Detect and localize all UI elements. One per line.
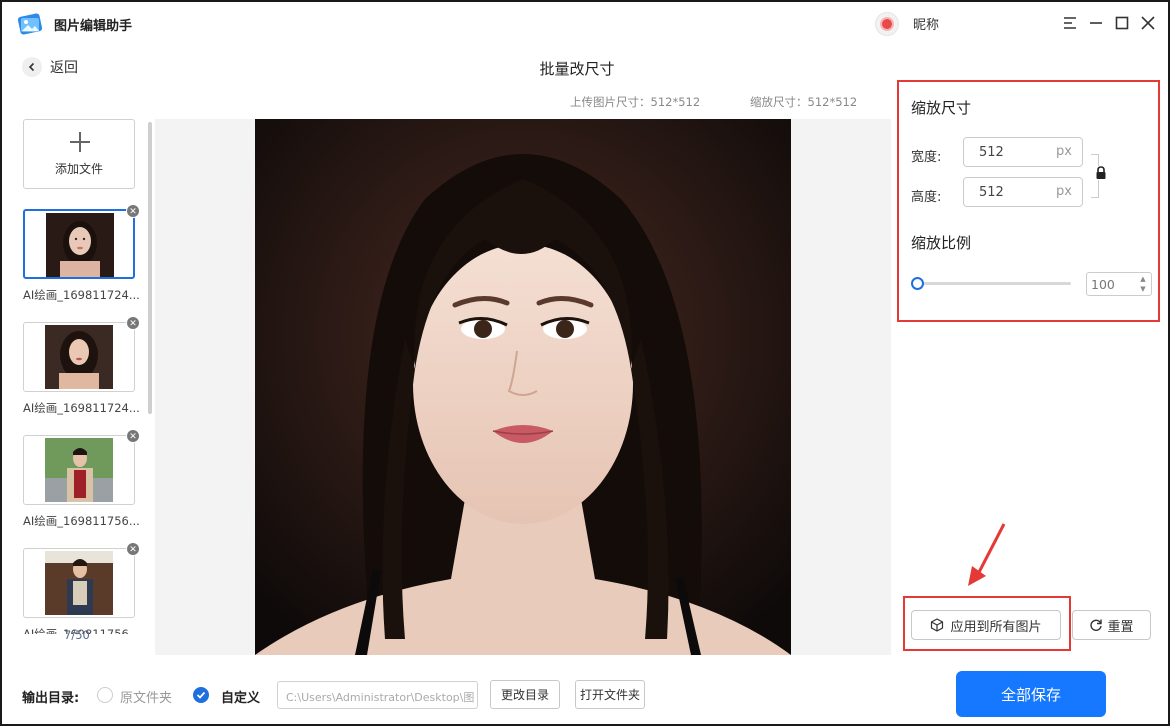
height-value: 512 (979, 185, 1004, 200)
apply-all-label: 应用到所有图片 (950, 619, 1042, 635)
list-item[interactable] (23, 322, 135, 392)
original-folder-label[interactable]: 原文件夹 (120, 687, 172, 706)
check-icon (196, 691, 206, 699)
annotation-arrow-icon (968, 523, 1006, 586)
resize-settings-panel: 缩放尺寸 宽度: 512 px 高度: 512 px 缩放比例 100 ▲ ▼ (897, 80, 1160, 322)
scaled-size-info: 缩放尺寸：512*512 (750, 95, 858, 109)
menu-icon[interactable] (1059, 12, 1081, 34)
remove-item-button[interactable]: ✕ (126, 429, 140, 443)
minimize-icon[interactable] (1085, 12, 1107, 34)
thumbnail-image (45, 438, 113, 502)
thumbnail-image (46, 213, 114, 277)
scale-ratio-input[interactable]: 100 ▲ ▼ (1086, 272, 1152, 296)
scale-slider-thumb[interactable] (911, 277, 924, 290)
output-path-input[interactable]: C:\Users\Administrator\Desktop\图 (277, 681, 478, 709)
maximize-icon[interactable] (1111, 12, 1133, 34)
file-name: AI绘画_169811724... (23, 288, 140, 302)
title-bar: 图片编辑助手 昵称 (2, 2, 1168, 46)
upload-size-info: 上传图片尺寸：512*512 (570, 95, 701, 109)
plus-icon (70, 132, 90, 152)
list-scrollbar[interactable] (148, 122, 152, 414)
preview-area (155, 119, 891, 655)
change-dir-button[interactable]: 更改目录 (490, 680, 560, 709)
open-folder-button[interactable]: 打开文件夹 (575, 680, 645, 709)
height-label: 高度: (911, 190, 942, 205)
back-label: 返回 (50, 60, 78, 76)
scale-slider-track[interactable] (913, 282, 1071, 285)
output-path-value: C:\Users\Administrator\Desktop\图 (286, 691, 475, 704)
width-value: 512 (979, 145, 1004, 160)
scale-ratio-value: 100 (1091, 277, 1115, 292)
apply-all-button[interactable]: 应用到所有图片 (911, 610, 1061, 640)
decrement-icon[interactable]: ▼ (1138, 285, 1148, 294)
refresh-icon (1090, 619, 1103, 631)
thumbnail-list[interactable]: ✕ AI绘画_169811724... ✕ AI绘画_169811724... (19, 202, 145, 634)
reset-label: 重置 (1107, 619, 1134, 635)
app-window: 图片编辑助手 昵称 返回 批量改尺寸 上传图片尺寸：512*512 缩放尺寸：5… (0, 0, 1170, 726)
back-button[interactable]: 返回 (22, 57, 78, 77)
reset-button[interactable]: 重置 (1072, 610, 1151, 640)
ratio-section-title: 缩放比例 (911, 234, 972, 252)
output-bar: 输出目录: 原文件夹 自定义 C:\Users\Administrator\De… (2, 662, 1168, 724)
app-title: 图片编辑助手 (54, 19, 133, 34)
page-title: 批量改尺寸 (539, 60, 615, 78)
page-counter: 7/50 (64, 628, 90, 642)
file-name: AI绘画_169811724... (23, 401, 140, 415)
output-dir-label: 输出目录: (22, 691, 80, 706)
height-input[interactable]: 512 px (963, 177, 1083, 207)
chevron-left-icon (22, 57, 42, 77)
list-item[interactable] (23, 209, 135, 279)
remove-item-button[interactable]: ✕ (126, 316, 140, 330)
avatar[interactable] (875, 12, 899, 36)
resize-section-title: 缩放尺寸 (911, 99, 972, 117)
list-item[interactable] (23, 548, 135, 618)
height-unit: px (1056, 184, 1072, 199)
app-logo-icon (17, 13, 43, 35)
increment-icon[interactable]: ▲ (1138, 275, 1148, 284)
thumbnail-image (45, 325, 113, 389)
remove-item-button[interactable]: ✕ (126, 542, 140, 556)
save-all-button[interactable]: 全部保存 (956, 671, 1106, 717)
width-input[interactable]: 512 px (963, 137, 1083, 167)
add-file-button[interactable]: 添加文件 (23, 119, 135, 189)
preview-image (255, 119, 791, 655)
thumbnail-image (45, 551, 113, 615)
list-item[interactable] (23, 435, 135, 505)
remove-item-button[interactable]: ✕ (126, 204, 140, 218)
lock-icon[interactable] (1095, 166, 1107, 180)
add-file-label: 添加文件 (54, 162, 103, 176)
custom-folder-radio[interactable] (193, 687, 209, 703)
file-name: AI绘画_169811756... (23, 514, 140, 528)
custom-folder-label[interactable]: 自定义 (221, 687, 260, 706)
close-icon[interactable] (1137, 12, 1159, 34)
original-folder-radio[interactable] (97, 687, 113, 703)
width-unit: px (1056, 144, 1072, 159)
width-label: 宽度: (911, 150, 942, 165)
cube-icon (931, 618, 944, 632)
nickname[interactable]: 昵称 (913, 14, 939, 33)
